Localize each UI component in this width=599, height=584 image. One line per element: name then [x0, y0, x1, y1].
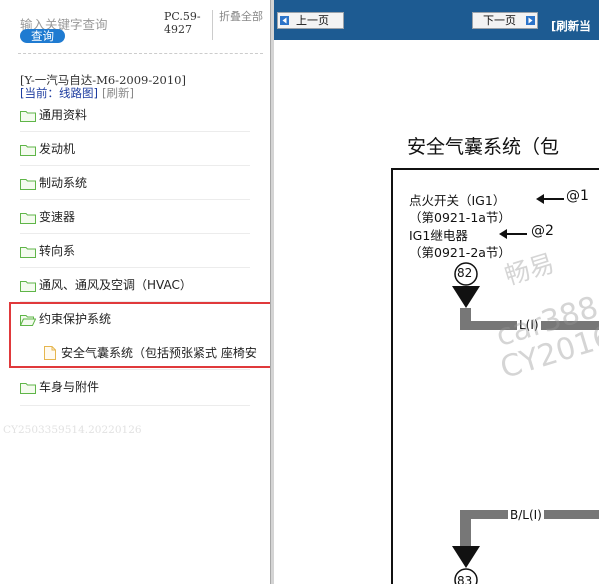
tree-item-transmission[interactable]: 变速器	[20, 207, 250, 227]
diagram-title: 安全气囊系统（包	[407, 136, 560, 158]
item-divider	[20, 233, 250, 234]
ref-1-section: （第0921-1a节）	[409, 210, 511, 225]
folder-icon	[20, 383, 36, 394]
file-icon	[44, 346, 56, 360]
tree-item-label: 转向系	[39, 244, 76, 258]
tree-item-label: 发动机	[39, 142, 76, 156]
fold-all-button[interactable]: 折叠全部	[219, 10, 267, 23]
current-view-label: [当前：线路图]	[20, 86, 98, 100]
folder-icon	[20, 145, 36, 156]
footer-code: CY2503359514.20220126	[3, 424, 142, 436]
wire-label-bottom: B/L(I)	[508, 508, 544, 522]
arrow-right-icon	[526, 16, 535, 25]
tree-item-general[interactable]: 通用资料	[20, 105, 250, 125]
folder-icon	[20, 281, 36, 292]
item-divider	[20, 199, 250, 200]
tree-item-body[interactable]: 车身与附件	[20, 377, 250, 397]
tree-item-label: 制动系统	[39, 176, 88, 190]
ref-2-section: （第0921-2a节）	[409, 245, 511, 260]
tree-item-label: 通风、通风及空调（HVAC）	[39, 278, 192, 292]
prev-page-label: 上一页	[296, 14, 329, 27]
refresh-link[interactable]: [刷新]	[102, 86, 134, 100]
tree-item-label: 通用资料	[39, 108, 88, 122]
next-page-label: 下一页	[483, 14, 516, 27]
next-page-button[interactable]: 下一页	[472, 12, 538, 29]
item-divider	[20, 405, 250, 406]
item-divider	[20, 131, 250, 132]
header-separator	[212, 10, 213, 40]
tree-item-engine[interactable]: 发动机	[20, 139, 250, 159]
folder-icon	[20, 247, 36, 258]
item-divider	[20, 165, 250, 166]
prev-page-button[interactable]: 上一页	[277, 12, 344, 29]
folder-open-icon	[20, 315, 36, 326]
tree-item-hvac[interactable]: 通风、通风及空调（HVAC）	[20, 275, 250, 295]
nav-bar: 上一页 下一页 [刷新当	[274, 0, 599, 40]
pc-code: PC.59-4927	[164, 10, 201, 36]
item-divider	[20, 369, 250, 370]
item-divider	[20, 301, 250, 302]
tree-item-label: 约束保护系统	[39, 312, 112, 326]
connector-82: 82	[457, 266, 473, 280]
document-viewer: 上一页 下一页 [刷新当 安全气囊系统（包 点火开关（IG1） @1 （第092…	[274, 0, 599, 584]
ref-2: @2	[531, 223, 554, 239]
tree-item-label: 变速器	[39, 210, 76, 224]
search-button[interactable]: 查询	[20, 29, 65, 43]
arrow-left-icon	[280, 16, 289, 25]
tree-item-brakes[interactable]: 制动系统	[20, 173, 250, 193]
ref-1: @1	[566, 188, 589, 204]
tree-item-airbag-system[interactable]: 安全气囊系统（包括预张紧式 座椅安	[44, 343, 270, 363]
sidebar: 输入关键字查询 查询 PC.59-4927 折叠全部 [Y-一汽马自达-M6-2…	[0, 0, 274, 584]
arrow-left-icon	[536, 194, 564, 204]
folder-icon	[20, 179, 36, 190]
folder-icon	[20, 111, 36, 122]
tree-item-steering[interactable]: 转向系	[20, 241, 250, 261]
header-divider	[18, 53, 263, 54]
tree-item-label: 车身与附件	[39, 380, 100, 394]
tree-item-label: 安全气囊系统（包括预张紧式 座椅安	[61, 346, 257, 360]
arrow-left-icon	[499, 229, 527, 239]
item-divider	[20, 267, 250, 268]
tree-item-restraints[interactable]: 约束保护系统	[20, 309, 250, 329]
refresh-current-link[interactable]: [刷新当	[551, 18, 591, 34]
current-location: [当前：线路图] [刷新]	[20, 85, 134, 101]
folder-icon	[20, 213, 36, 224]
connector-83: 83	[457, 574, 473, 584]
